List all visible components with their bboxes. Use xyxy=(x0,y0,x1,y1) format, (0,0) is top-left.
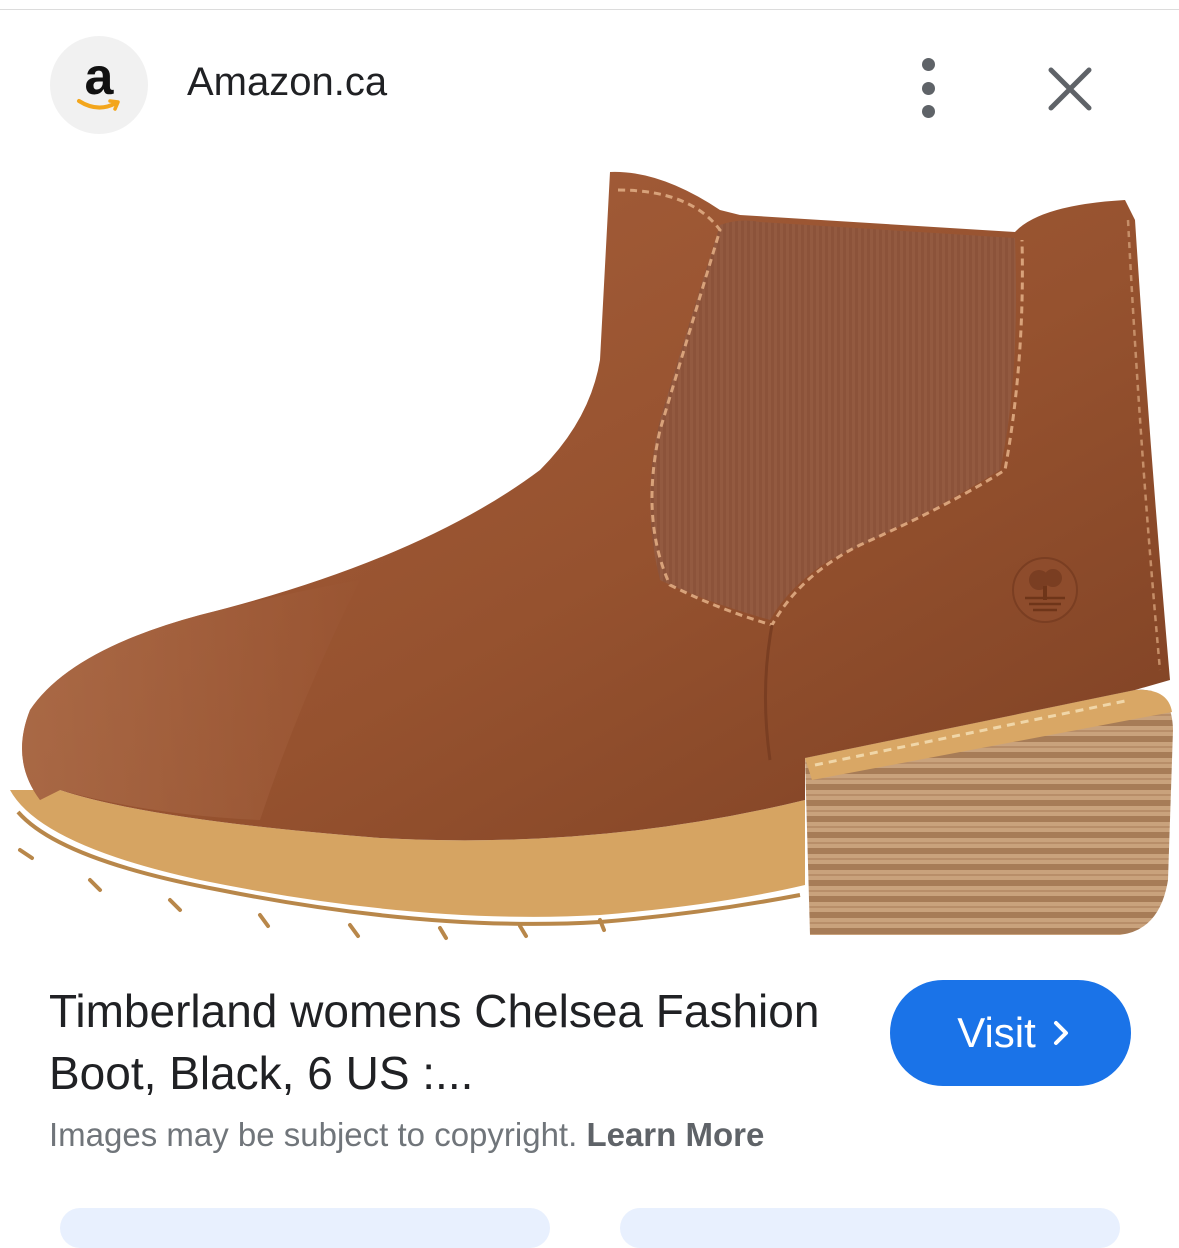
product-image[interactable] xyxy=(0,160,1179,950)
related-chip[interactable] xyxy=(60,1208,550,1248)
source-site-name[interactable]: Amazon.ca xyxy=(187,60,387,105)
copyright-notice: Images may be subject to copyright. Lear… xyxy=(49,1116,764,1154)
viewer-header: a Amazon.ca xyxy=(0,30,1179,142)
chevron-right-icon xyxy=(1052,1019,1070,1047)
result-title[interactable]: Timberland womens Chelsea Fashion Boot, … xyxy=(49,980,849,1104)
timberland-logo xyxy=(1012,557,1078,623)
visit-button[interactable]: Visit xyxy=(890,980,1131,1086)
copyright-text: Images may be subject to copyright. xyxy=(49,1116,578,1153)
related-chip[interactable] xyxy=(620,1208,1120,1248)
top-divider xyxy=(0,9,1179,10)
amazon-smile-icon xyxy=(77,99,120,111)
more-options-icon[interactable] xyxy=(906,58,950,118)
amazon-logo-icon[interactable]: a xyxy=(50,36,148,134)
visit-button-label: Visit xyxy=(957,1009,1036,1056)
close-icon[interactable] xyxy=(1044,63,1096,115)
learn-more-link[interactable]: Learn More xyxy=(586,1116,764,1153)
